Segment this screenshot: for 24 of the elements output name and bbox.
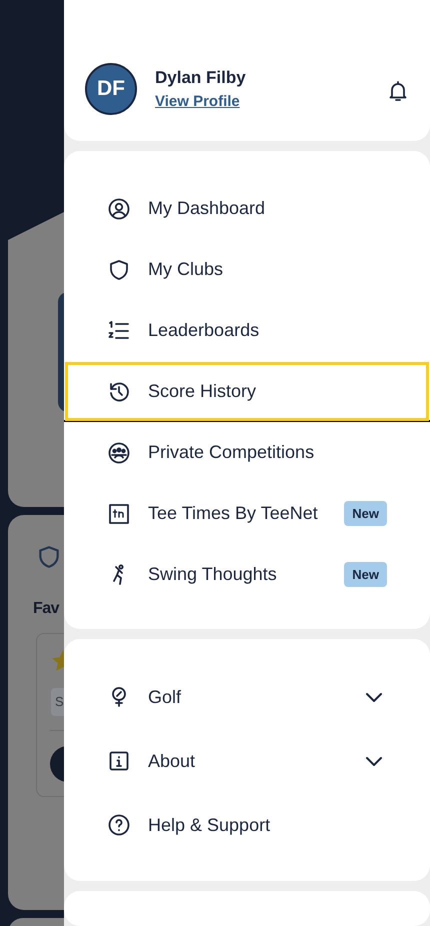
menu-item[interactable]: Tee Times By TeeNet New	[64, 483, 430, 544]
menu-item[interactable]: Leaderboards	[64, 300, 430, 361]
info-icon	[107, 749, 131, 773]
user-name: Dylan Filby	[155, 68, 247, 88]
shield-icon	[107, 258, 131, 282]
help-icon	[107, 813, 131, 837]
menu-item[interactable]: My Dashboard	[64, 178, 430, 239]
view-profile-link[interactable]: View Profile	[155, 93, 368, 110]
new-badge: New	[344, 501, 387, 526]
menu-item[interactable]: Golf	[64, 665, 430, 729]
group-icon	[107, 440, 131, 464]
new-badge: New	[344, 562, 387, 587]
menu-item[interactable]: Private Competitions	[64, 422, 430, 483]
menu-item[interactable]: Swing Thoughts New	[64, 544, 430, 605]
avatar: DF	[85, 63, 137, 115]
menu-item[interactable]: Score History	[64, 361, 430, 422]
menu-item[interactable]: My Clubs	[64, 239, 430, 300]
tn-logo-icon	[107, 502, 131, 526]
menu-item[interactable]: Help & Support	[64, 793, 430, 857]
section-title: Fav	[33, 600, 60, 618]
menu-item[interactable]: About	[64, 729, 430, 793]
history-icon	[107, 380, 131, 404]
user-circle-icon	[107, 196, 131, 220]
tag: S	[51, 688, 64, 716]
